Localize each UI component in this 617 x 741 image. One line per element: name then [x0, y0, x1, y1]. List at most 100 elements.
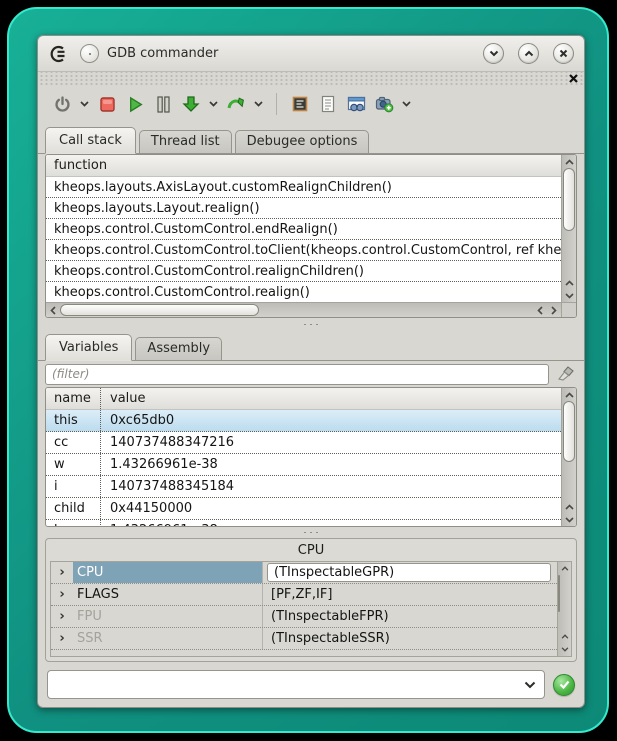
scrollbar-thumb[interactable] [563, 401, 575, 462]
document-lines-icon [320, 95, 336, 113]
tab[interactable]: Call stack [45, 127, 136, 154]
callstack-row[interactable]: kheops.layouts.Layout.realign() [46, 198, 561, 219]
variable-row[interactable]: child 0x44150000 [46, 498, 561, 520]
power-dropdown-button[interactable] [78, 92, 91, 116]
scrollbar-thumb[interactable] [60, 304, 259, 316]
variable-row[interactable]: b 1.43266961e-38 [46, 520, 561, 526]
variable-row[interactable]: w 1.43266961e-38 [46, 454, 561, 476]
clear-filter-button[interactable] [555, 364, 577, 384]
panel-splitter-2[interactable] [38, 527, 584, 538]
scroll-up-button[interactable] [558, 562, 571, 575]
callstack-row[interactable]: kheops.layouts.AxisLayout.customRealignC… [46, 177, 561, 198]
variable-row[interactable]: this 0xc65db0 [46, 410, 561, 432]
register-group-value[interactable]: (TInspectableSSR) [263, 631, 557, 646]
register-group-value[interactable]: (TInspectableGPR) [267, 563, 551, 582]
pause-button[interactable] [151, 92, 175, 116]
titlebar[interactable]: GDB commander [38, 36, 584, 72]
tab[interactable]: Debugee options [235, 130, 370, 153]
scroll-up-button[interactable] [562, 155, 577, 168]
callstack-row[interactable]: kheops.control.CustomControl.toClient(kh… [46, 240, 561, 261]
scroll-down-button[interactable] [558, 643, 571, 656]
cpu-vertical-scrollbar[interactable] [557, 562, 571, 656]
tab[interactable]: Variables [45, 334, 132, 361]
variable-value: 140737488345184 [101, 476, 561, 497]
stop-button[interactable] [95, 92, 119, 116]
chevron-down-icon [209, 101, 218, 107]
add-inspector-dropdown-button[interactable] [400, 92, 413, 116]
dock-handle[interactable] [38, 72, 584, 85]
register-group-name[interactable]: FPU [73, 606, 263, 627]
value-column-header[interactable]: value [101, 391, 561, 406]
name-column-header[interactable]: name [46, 388, 101, 409]
variables-vertical-scrollbar[interactable] [561, 388, 576, 526]
variables-panel: name value this 0xc65db0 cc [45, 387, 577, 527]
scroll-track[interactable] [60, 303, 533, 317]
scroll-track[interactable] [562, 168, 576, 276]
close-button[interactable] [553, 43, 574, 64]
variable-row[interactable]: i 140737488345184 [46, 476, 561, 498]
callstack-row[interactable]: kheops.control.CustomControl.endRealign(… [46, 219, 561, 240]
scrollbar-thumb[interactable] [563, 168, 575, 231]
expand-arrow-icon[interactable]: › [51, 631, 73, 646]
camera-plus-icon [375, 95, 394, 113]
filter-input[interactable] [45, 364, 549, 385]
scroll-right-button[interactable] [547, 303, 561, 318]
variable-value: 1.43266961e-38 [101, 520, 561, 526]
register-group-name[interactable]: CPU [73, 562, 263, 583]
callstack-function: kheops.layouts.Layout.realign() [54, 201, 260, 216]
scroll-up-button[interactable] [562, 388, 577, 401]
step-over-dropdown-button[interactable] [252, 92, 265, 116]
callstack-vertical-scrollbar[interactable] [561, 155, 576, 302]
expand-arrow-icon[interactable]: › [51, 609, 73, 624]
register-group-name[interactable]: FLAGS [73, 584, 263, 605]
expand-arrow-icon[interactable]: › [51, 587, 73, 602]
cpu-view-button[interactable] [288, 92, 312, 116]
scroll-down-button[interactable] [562, 513, 577, 526]
scroll-track[interactable] [558, 575, 571, 630]
variable-row[interactable]: cc 140737488347216 [46, 432, 561, 454]
register-group-value[interactable]: (TInspectableFPR) [263, 609, 557, 624]
register-group-value[interactable]: [PF,ZF,IF] [263, 587, 557, 602]
dock-close-button[interactable] [567, 72, 580, 85]
cpu-register-row[interactable]: › FLAGS [PF,ZF,IF] [51, 584, 557, 606]
command-combobox[interactable] [47, 670, 545, 699]
cpu-register-row[interactable]: › SSR (TInspectableSSR) [51, 628, 557, 650]
step-into-button[interactable] [179, 92, 203, 116]
window-menu-button[interactable] [80, 44, 99, 63]
register-group-name[interactable]: SSR [73, 628, 263, 649]
power-button[interactable] [50, 92, 74, 116]
scroll-left-button[interactable] [46, 303, 60, 318]
tab-label: Variables [59, 340, 118, 355]
cpu-groupbox-title: CPU [46, 539, 576, 561]
scroll-up-button-alt[interactable] [562, 500, 577, 513]
cpu-register-row[interactable]: › FPU (TInspectableFPR) [51, 606, 557, 628]
scroll-track[interactable] [562, 401, 576, 500]
callstack-row[interactable]: kheops.control.CustomControl.realign() [46, 282, 561, 302]
scroll-left-button-alt[interactable] [533, 303, 547, 318]
cpu-register-row[interactable]: › CPU (TInspectableGPR) [51, 562, 557, 584]
tab[interactable]: Assembly [135, 337, 222, 360]
output-log-button[interactable] [316, 92, 340, 116]
callstack-horizontal-scrollbar[interactable] [46, 302, 561, 317]
unshade-button[interactable] [518, 43, 539, 64]
tab[interactable]: Thread list [139, 130, 232, 153]
variables-column-headers[interactable]: name value [46, 388, 561, 410]
variable-name: this [46, 410, 101, 431]
panel-splitter[interactable] [38, 318, 584, 330]
run-button[interactable] [123, 92, 147, 116]
scroll-up-button-alt[interactable] [558, 630, 571, 643]
submit-command-button[interactable] [553, 674, 575, 696]
shade-button[interactable] [483, 43, 504, 64]
step-into-dropdown-button[interactable] [207, 92, 220, 116]
scroll-up-button-alt[interactable] [562, 276, 577, 289]
scrollbar-thumb[interactable] [558, 575, 560, 612]
add-inspector-button[interactable] [372, 92, 396, 116]
chevron-up-icon [524, 50, 534, 57]
chevron-down-icon [489, 50, 499, 57]
scroll-down-button[interactable] [562, 289, 577, 302]
expand-arrow-icon[interactable]: › [51, 565, 73, 580]
callstack-column-header[interactable]: function [46, 155, 561, 177]
step-over-button[interactable] [224, 92, 248, 116]
watches-button[interactable] [344, 92, 368, 116]
callstack-row[interactable]: kheops.control.CustomControl.realignChil… [46, 261, 561, 282]
